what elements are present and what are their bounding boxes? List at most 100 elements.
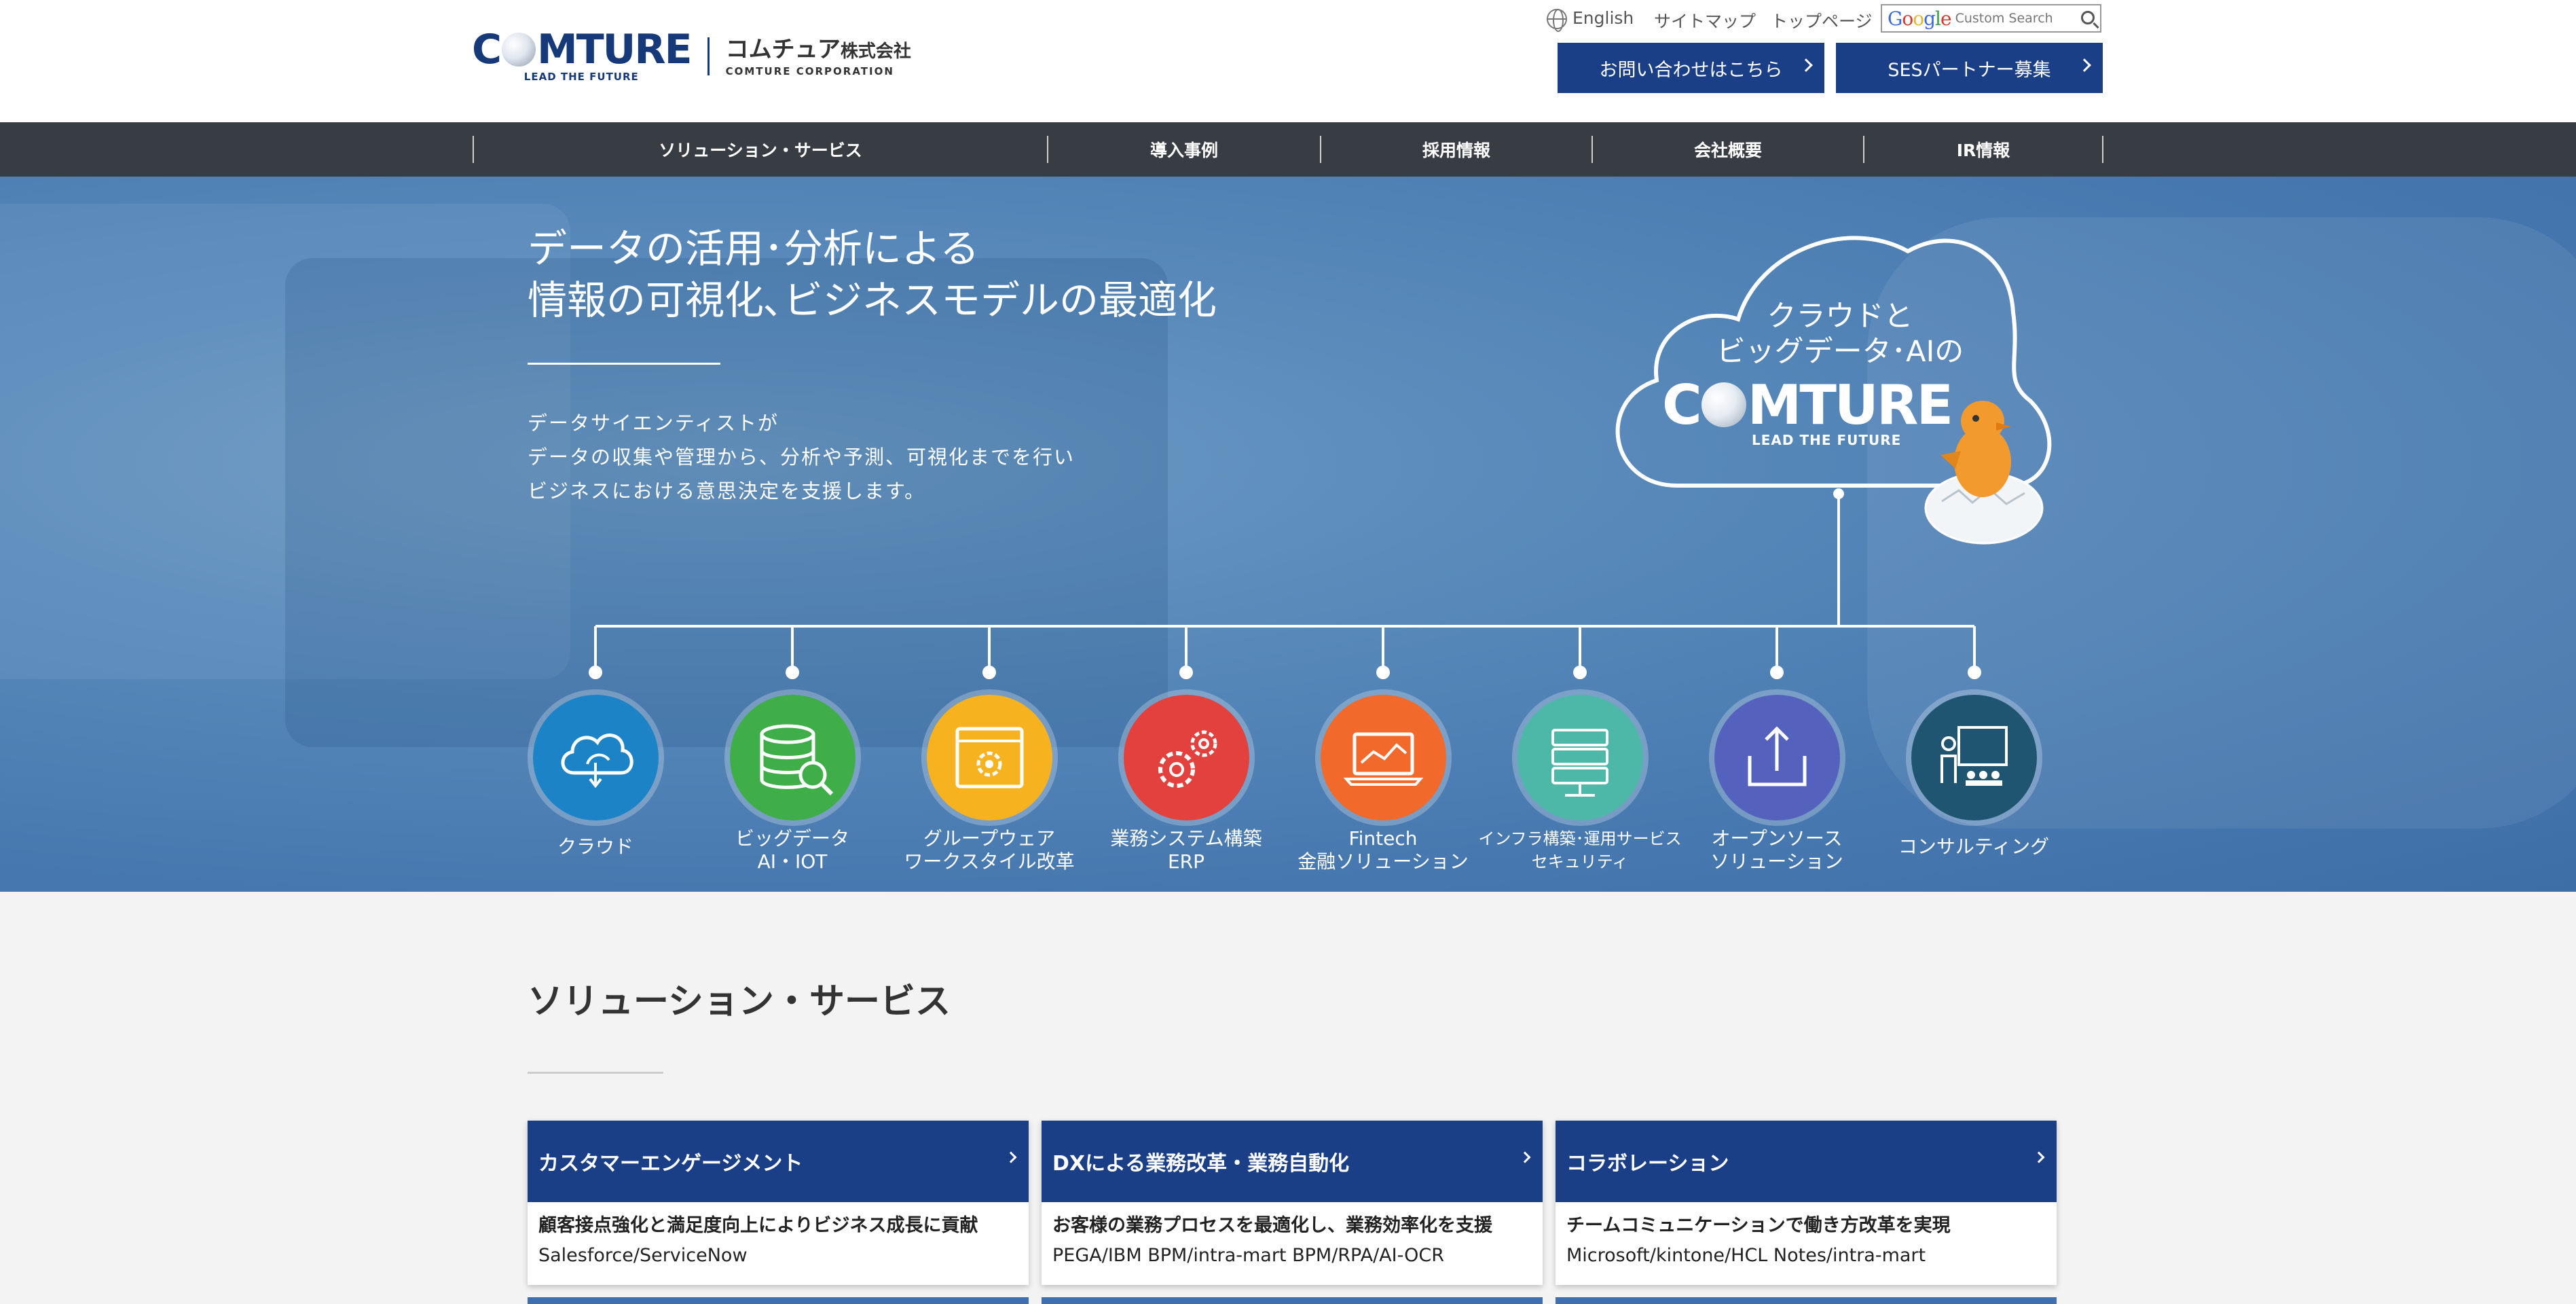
nav-divider [2102, 136, 2103, 163]
service-label-line: AI・IOT [757, 850, 828, 873]
solution-card-products: PEGA/IBM BPM/intra-mart BPM/RPA/AI-OCR [1052, 1245, 1444, 1266]
nav-item-ir[interactable]: IR情報 [1864, 122, 2102, 177]
section-divider [528, 1072, 663, 1074]
solution-card-header: DXによる業務改革・業務自動化 [1042, 1121, 1543, 1202]
company-logo[interactable]: C MTURE LEAD THE FUTURE コムチュア株式会社 COMTURE… [472, 29, 911, 83]
service-tree-graphic [589, 236, 2052, 679]
search-icon[interactable] [2081, 11, 2095, 24]
service-label-line: ビッグデータ [735, 827, 849, 850]
nav-item-solutions[interactable]: ソリューション・サービス [474, 122, 1047, 177]
solution-card-header: コラボレーション [1556, 1121, 2057, 1202]
service-label-line: ERP [1167, 850, 1205, 873]
cloud-heading: クラウドと ビッグデータ･AIの [1677, 299, 2003, 369]
solution-card-desc: お客様の業務プロセスを最適化し、業務効率化を支援 [1052, 1215, 1492, 1236]
upload-icon [1748, 726, 1807, 786]
service-label: グループウェア ワークスタイル改革 [881, 827, 1098, 873]
cloud-heading-line: ビッグデータ･AIの [1716, 335, 1964, 369]
logo-japanese: コムチュア株式会社 COMTURE CORPORATION [726, 36, 911, 77]
solution-card[interactable]: DXによる業務改革・業務自動化 お客様の業務プロセスを最適化し、業務効率化を支援… [1042, 1121, 1543, 1285]
window-gear-icon [955, 727, 1024, 789]
service-label-line: グループウェア [923, 827, 1056, 850]
solution-card[interactable]: カスタマーエンゲージメント 顧客接点強化と満足度向上によりビジネス成長に貢献 S… [528, 1121, 1029, 1285]
cloud-logo-tagline: LEAD THE FUTURE [1752, 432, 1902, 448]
top-page-link[interactable]: トップページ [1771, 8, 1873, 33]
logo-jp-sub: COMTURE CORPORATION [725, 65, 894, 77]
tree-drops [589, 626, 1981, 679]
service-label-line: 金融ソリューション [1298, 850, 1469, 873]
solution-card-products: Salesforce/ServiceNow [538, 1245, 748, 1266]
service-opensource[interactable] [1714, 695, 1840, 820]
service-label-line: ソリューション [1710, 850, 1843, 873]
chevron-right-icon [2078, 58, 2091, 72]
service-bigdata[interactable] [730, 695, 855, 820]
service-label-line: ワークスタイル改革 [904, 850, 1075, 873]
solution-card-header: カスタマーエンゲージメント [528, 1121, 1029, 1202]
solution-card-title: コラボレーション [1566, 1152, 1729, 1176]
solution-card-desc: 顧客接点強化と満足度向上によりビジネス成長に貢献 [538, 1215, 978, 1236]
nav-item-company[interactable]: 会社概要 [1593, 122, 1863, 177]
service-label: クラウド [487, 835, 704, 858]
cloud-heading-line: クラウドと [1767, 300, 1913, 333]
english-link[interactable]: English [1547, 8, 1634, 32]
logo-tagline: LEAD THE FUTURE [523, 71, 639, 83]
presentation-icon [1940, 726, 2008, 786]
service-label: オープンソース ソリューション [1668, 827, 1885, 873]
cloud-logo: C MTURE [1662, 374, 1953, 437]
service-label: 業務システム構築 ERP [1078, 827, 1295, 873]
service-groupware[interactable] [927, 695, 1052, 820]
service-label: ビッグデータ AI・IOT [684, 827, 901, 873]
nav-item-case-studies[interactable]: 導入事例 [1048, 122, 1320, 177]
service-label-line: Fintech [1348, 827, 1418, 850]
solution-card[interactable]: コラボレーション チームコミュニケーションで働き方改革を実現 Microsoft… [1556, 1121, 2057, 1285]
service-label: コンサルティング [1865, 835, 2082, 858]
google-logo: Google [1888, 7, 1952, 30]
solution-card-partial[interactable] [1042, 1297, 1543, 1304]
service-label-line: インフラ構築･運用サービス [1478, 829, 1682, 848]
laptop-chart-icon [1343, 732, 1424, 786]
service-consulting[interactable] [1911, 695, 2037, 820]
chevron-right-icon [1799, 58, 1813, 72]
server-icon [1551, 729, 1608, 797]
partner-button[interactable]: SESパートナー募集 [1836, 43, 2103, 93]
solution-card-title: カスタマーエンゲージメント [538, 1152, 803, 1176]
service-erp[interactable] [1124, 695, 1249, 820]
logo-wordmark: C MTURE [472, 26, 693, 73]
service-label-line: 業務システム構築 [1110, 827, 1262, 850]
logo-divider [707, 37, 710, 75]
gears-icon [1158, 730, 1217, 788]
search-input[interactable] [1955, 11, 2074, 26]
partner-button-label: SESパートナー募集 [1888, 59, 2051, 81]
database-search-icon [760, 724, 834, 796]
service-infra[interactable] [1517, 695, 1643, 820]
solution-card-desc: チームコミュニケーションで働き方改革を実現 [1566, 1215, 1951, 1236]
service-label: Fintech 金融ソリューション [1274, 827, 1492, 873]
service-label-line: クラウド [557, 835, 633, 858]
service-cloud[interactable] [533, 695, 659, 820]
chevron-right-icon [1519, 1151, 1531, 1163]
english-link-label: English [1572, 8, 1634, 28]
solution-card-partial[interactable] [1556, 1297, 2057, 1304]
nav-item-recruit[interactable]: 採用情報 [1321, 122, 1591, 177]
contact-button-label: お問い合わせはこちら [1599, 59, 1783, 81]
chevron-right-icon [2033, 1151, 2045, 1163]
chevron-right-icon [1005, 1151, 1017, 1163]
tree-node [1833, 488, 1844, 499]
site-header: C MTURE LEAD THE FUTURE コムチュア株式会社 COMTURE… [0, 0, 2576, 122]
cloud-sync-icon [561, 734, 633, 789]
hero-banner: データの活用･分析による 情報の可視化､ビジネスモデルの最適化 データサイエンテ… [0, 177, 2576, 892]
service-label: インフラ構築･運用サービス セキュリティ [1471, 827, 1689, 873]
logo-jp-name: コムチュア [725, 35, 841, 63]
service-label-line: コンサルティング [1898, 835, 2050, 858]
sitemap-link[interactable]: サイトマップ [1654, 8, 1756, 33]
service-label-line: オープンソース [1711, 827, 1843, 850]
solution-card-partial[interactable] [528, 1297, 1029, 1304]
service-fintech[interactable] [1321, 695, 1446, 820]
global-nav: ソリューション・サービス 導入事例 採用情報 会社概要 IR情報 [0, 122, 2576, 177]
solution-card-products: Microsoft/kintone/HCL Notes/intra-mart [1566, 1245, 1926, 1266]
site-search: Google [1881, 4, 2101, 33]
contact-button[interactable]: お問い合わせはこちら [1558, 43, 1824, 93]
logo-mark: C MTURE LEAD THE FUTURE [472, 26, 693, 83]
globe-icon [1547, 9, 1567, 32]
service-label-line: セキュリティ [1531, 852, 1629, 871]
logo-jp-suffix: 株式会社 [840, 41, 911, 62]
